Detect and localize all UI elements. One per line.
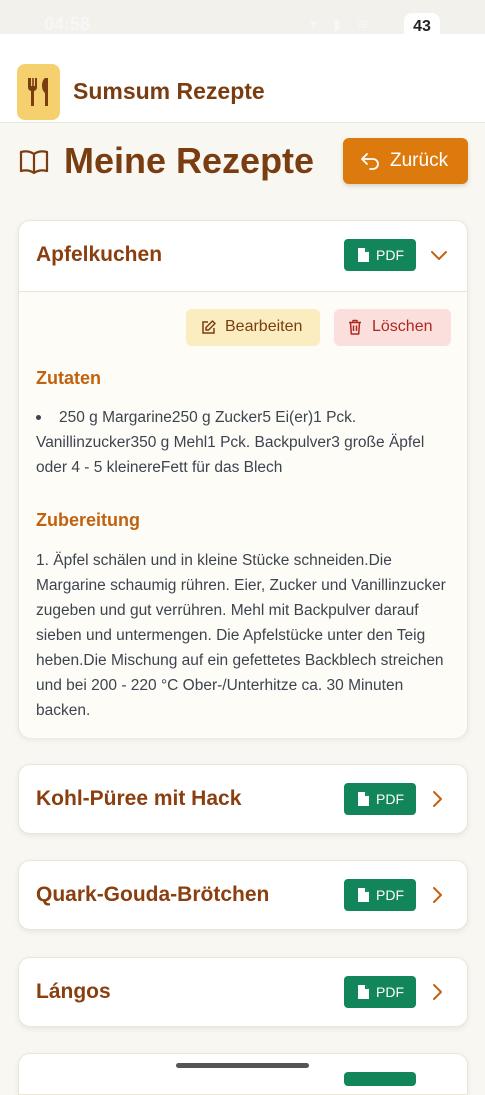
recipe-card[interactable]: Quark-Gouda-Brötchen PDF [18,860,468,930]
pdf-button[interactable]: PDF [344,976,416,1008]
recipe-title[interactable]: Apfelkuchen [36,243,162,267]
recipe-title[interactable]: Lángos [36,980,111,1004]
app-title: Sumsum Rezepte [73,78,265,104]
pdf-file-icon [358,792,369,806]
pdf-button-label: PDF [376,887,404,903]
pdf-button[interactable]: PDF [344,783,416,815]
pdf-button[interactable]: PDF [344,239,416,271]
pdf-button-label: PDF [376,984,404,1000]
chevron-down-icon[interactable] [430,250,448,262]
preparation-heading: Zubereitung [36,510,140,530]
chevron-right-icon[interactable] [430,790,444,808]
undo-arrow-icon [361,153,379,170]
recipe-card[interactable]: Lángos PDF [18,957,468,1027]
trash-icon [349,319,361,335]
pdf-button[interactable] [344,1072,416,1086]
chevron-right-icon[interactable] [430,886,444,904]
pdf-file-icon [358,985,369,999]
ingredients-heading: Zutaten [36,368,101,388]
chevron-right-icon[interactable] [430,983,444,1001]
recipe-title[interactable]: Quark-Gouda-Brötchen [36,883,269,907]
home-indicator[interactable] [176,1063,309,1068]
delete-button-label: Löschen [372,318,433,335]
recipe-card[interactable] [18,1053,468,1095]
back-button-label: Zurück [390,150,449,171]
book-open-icon [19,150,49,175]
pdf-file-icon [358,888,369,902]
signal-icons: ▾ ▮ ≋ [310,16,375,32]
status-bar: 04:58 ▾ ▮ ≋ 43 [0,0,485,39]
recipe-details: Bearbeiten Löschen Zutaten 250 g Margari… [19,291,467,738]
ingredient-item: 250 g Margarine250 g Zucker5 Ei(er)1 Pck… [36,405,454,480]
pdf-button[interactable]: PDF [344,879,416,911]
pencil-icon [202,320,216,334]
fork-knife-icon [17,64,60,120]
page-header: Meine Rezepte Zurück [0,130,485,194]
ingredients-list: 250 g Margarine250 g Zucker5 Ei(er)1 Pck… [36,405,454,480]
edit-button-label: Bearbeiten [225,318,303,335]
status-time: 04:58 [44,14,91,34]
page-title: Meine Rezepte [64,140,315,181]
recipe-title[interactable]: Kohl-Püree mit Hack [36,787,241,811]
pdf-button-label: PDF [376,247,404,263]
pdf-button-label: PDF [376,791,404,807]
app-header: Sumsum Rezepte [0,34,485,123]
recipe-card-apfelkuchen: Apfelkuchen PDF Bearbeiten Löschen Zutat… [18,220,468,738]
delete-button[interactable]: Löschen [334,309,451,346]
edit-button[interactable]: Bearbeiten [186,309,320,346]
back-button[interactable]: Zurück [343,138,468,184]
recipe-card[interactable]: Kohl-Püree mit Hack PDF [18,764,468,834]
preparation-text: 1. Äpfel schälen und in kleine Stücke sc… [36,552,446,719]
pdf-file-icon [358,248,369,262]
